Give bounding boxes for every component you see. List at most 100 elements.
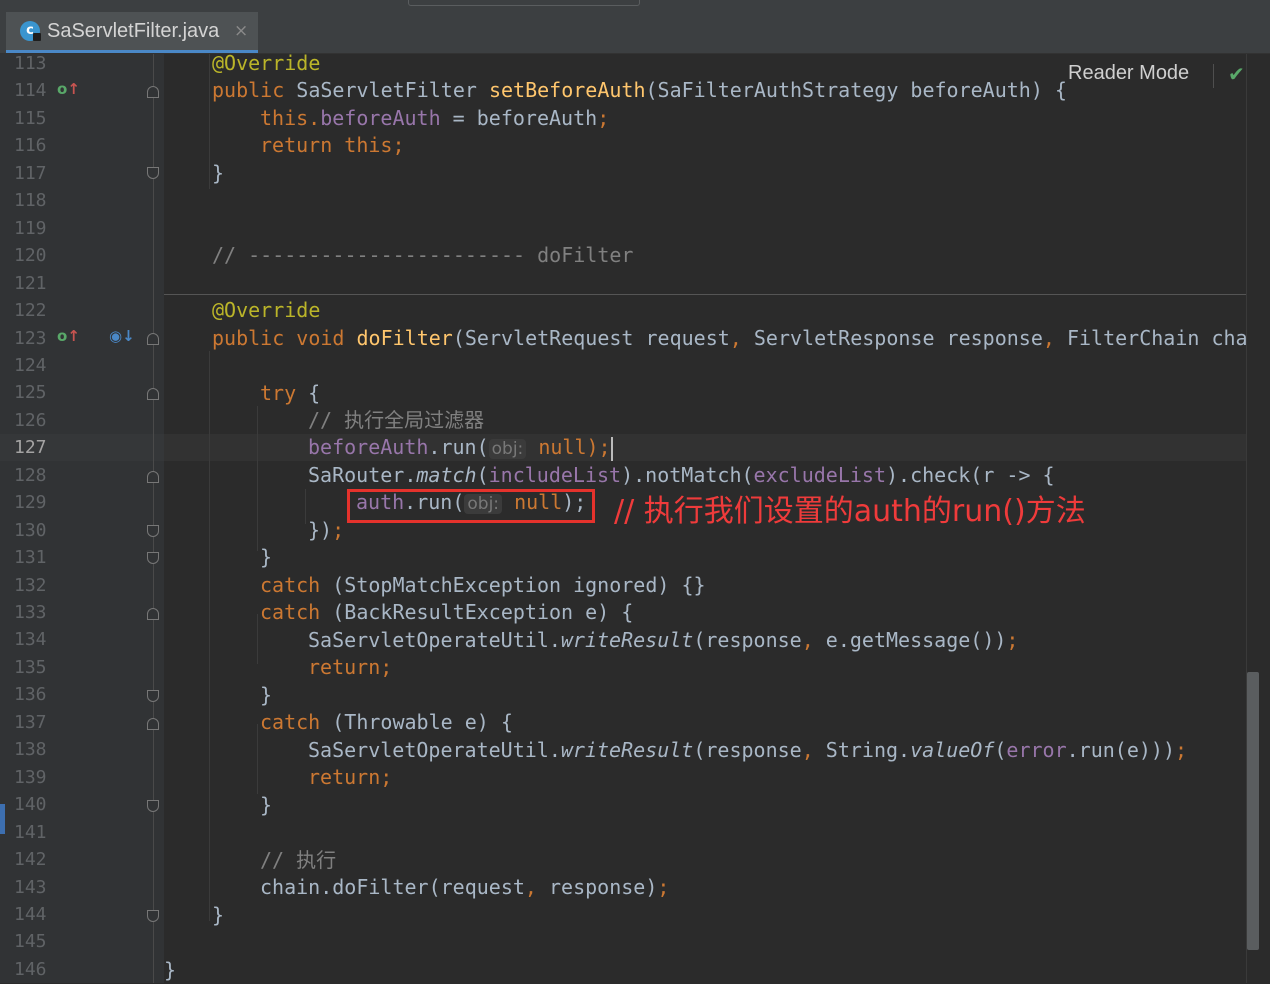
fold-marker-icon[interactable] (147, 608, 159, 620)
code-token: String. (813, 738, 911, 762)
line-number: 115 (14, 107, 47, 129)
line-number: 130 (14, 519, 47, 541)
line-number: 138 (14, 739, 47, 761)
code-line-136[interactable]: } (260, 682, 272, 709)
field-token: excludeList (753, 463, 886, 487)
code-token: { (296, 381, 321, 405)
field-token: includeList (488, 463, 622, 487)
line-number: 137 (14, 711, 47, 733)
comma-token: , (801, 738, 814, 762)
code-line-122[interactable]: @Override (212, 297, 320, 324)
indent-guide (209, 351, 210, 921)
fold-marker-icon[interactable] (147, 800, 159, 812)
code-line-123[interactable]: public void doFilter(ServletRequest requ… (212, 325, 1270, 352)
static-method-token: match (416, 463, 477, 487)
line-number: 120 (14, 245, 47, 267)
code-line-128[interactable]: SaRouter.match(includeList).notMatch(exc… (308, 462, 1055, 489)
line-number: 125 (14, 382, 47, 404)
keyword-token: catch (260, 573, 321, 597)
code-token: (BackResultException e) { (320, 600, 634, 624)
line-number: 128 (14, 464, 47, 486)
code-line-120[interactable]: // ----------------------- doFilter (212, 242, 633, 269)
code-line-114[interactable]: public SaServletFilter setBeforeAuth(SaF… (212, 77, 1067, 104)
code-token: (response (693, 628, 802, 652)
code-line-134[interactable]: SaServletOperateUtil.writeResult(respons… (308, 627, 1018, 654)
comma-token: , (729, 326, 742, 350)
fold-marker-icon[interactable] (147, 388, 159, 400)
line-number: 145 (14, 931, 47, 953)
code-token: FilterChain chain (1054, 326, 1270, 350)
code-line-127[interactable]: beforeAuth.run(obj: null); (308, 434, 613, 461)
fold-marker-icon[interactable] (147, 471, 159, 483)
code-line-115[interactable]: this.beforeAuth = beforeAuth; (260, 105, 609, 132)
code-line-125[interactable]: try { (260, 380, 320, 407)
lock-icon (33, 33, 41, 41)
code-line-144[interactable]: } (212, 902, 224, 929)
indent-guide (257, 406, 258, 551)
line-number: 121 (14, 272, 47, 294)
line-number: 126 (14, 409, 47, 431)
line-number: 133 (14, 602, 47, 623)
method-name-token: doFilter (356, 326, 453, 350)
close-icon[interactable]: × (234, 21, 248, 41)
fold-marker-icon[interactable] (147, 552, 159, 564)
line-number: 129 (14, 492, 47, 514)
implemented-method-icon[interactable]: ◉↓ (109, 327, 135, 345)
reader-mode-button[interactable]: Reader Mode (1068, 62, 1189, 85)
code-token: (SaFilterAuthStrategy beforeAuth) { (645, 78, 1067, 102)
check-icon[interactable]: ✔ (1228, 62, 1245, 86)
code-token: .run(e))) (1066, 738, 1176, 762)
line-number: 134 (14, 629, 47, 651)
static-method-token: writeResult (560, 628, 694, 652)
fold-marker-icon[interactable] (147, 690, 159, 702)
highlight-box (347, 489, 595, 523)
code-line-146[interactable]: } (164, 957, 176, 984)
line-number: 131 (14, 547, 47, 569)
code-line-130[interactable]: }); (308, 517, 344, 544)
parameter-hint: obj: (488, 439, 527, 459)
fold-guide (153, 54, 154, 983)
semicolon-token: ; (1006, 628, 1019, 652)
fold-marker-icon[interactable] (147, 167, 159, 179)
line-number: 136 (14, 684, 47, 706)
scrollbar-thumb[interactable] (1247, 672, 1259, 950)
static-method-token: writeResult (560, 738, 694, 762)
line-number: 127 (14, 437, 47, 459)
code-line-142[interactable]: // 执行 (260, 847, 336, 874)
comma-token: , (1042, 326, 1055, 350)
code-token: SaServletOperateUtil. (308, 738, 561, 762)
code-line-133[interactable]: catch (BackResultException e) { (260, 599, 633, 626)
code-token: ).notMatch( (621, 463, 754, 487)
code-line-135[interactable]: return; (308, 654, 392, 681)
fold-marker-icon[interactable] (147, 86, 159, 98)
keyword-token: catch (260, 710, 321, 734)
code-line-137[interactable]: catch (Throwable e) { (260, 709, 513, 736)
code-line-138[interactable]: SaServletOperateUtil.writeResult(respons… (308, 737, 1187, 764)
keyword-token: public void (212, 326, 357, 350)
field-token: beforeAuth (308, 435, 429, 459)
semicolon-token: ; (657, 875, 670, 899)
toolbar-edge (408, 0, 640, 6)
code-line-143[interactable]: chain.doFilter(request, response); (260, 874, 669, 901)
fold-marker-icon[interactable] (147, 525, 159, 537)
keyword-token: catch (260, 600, 321, 624)
code-line-132[interactable]: catch (StopMatchException ignored) {} (260, 572, 706, 599)
edge-marker (0, 804, 5, 834)
code-line-116[interactable]: return this; (260, 132, 405, 159)
tab-saservletfilter[interactable]: c SaServletFilter.java × (6, 12, 258, 53)
fold-marker-icon[interactable] (147, 910, 159, 922)
code-line-117[interactable]: } (212, 160, 224, 187)
code-line-126[interactable]: // 执行全局过滤器 (308, 407, 484, 434)
code-token: ); (586, 435, 611, 459)
code-token: ServletResponse response (741, 326, 1043, 350)
fold-marker-icon[interactable] (147, 333, 159, 345)
code-token: ).check(r -> { (886, 463, 1055, 487)
fold-marker-icon[interactable] (147, 718, 159, 730)
overrides-method-icon[interactable]: o↑ (57, 327, 80, 345)
code-line-131[interactable]: } (260, 544, 272, 571)
code-line-113[interactable]: @Override (212, 50, 320, 77)
text-caret (610, 436, 613, 461)
code-line-140[interactable]: } (260, 792, 272, 819)
code-line-139[interactable]: return; (308, 764, 392, 791)
overrides-method-icon[interactable]: o↑ (57, 80, 80, 98)
